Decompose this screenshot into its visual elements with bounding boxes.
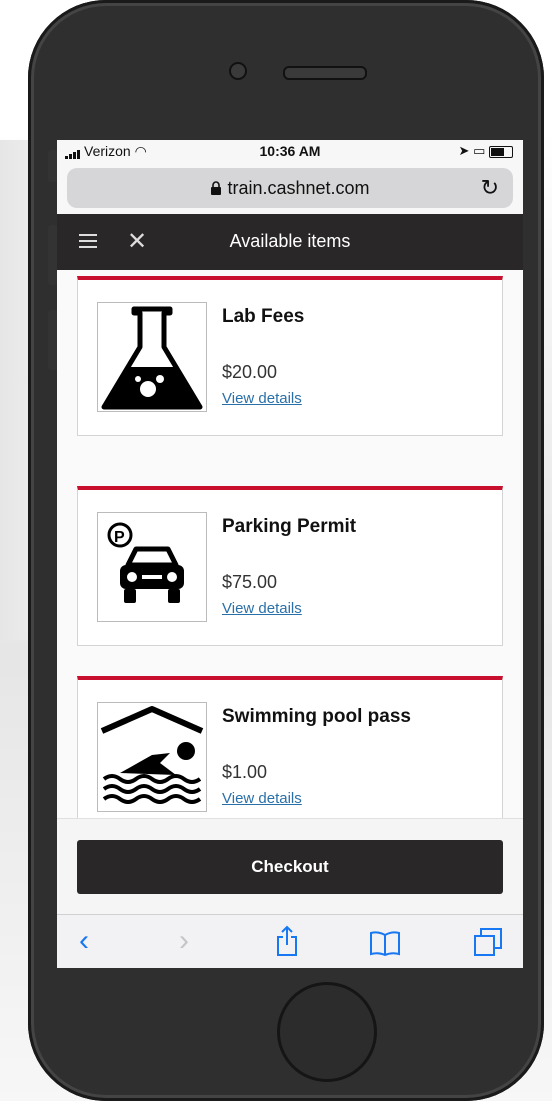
item-list: Lab Fees $20.00 View details P Parking P…	[57, 270, 523, 818]
phone-screen: Verizon ◠ 10:36 AM ➤ ▭ train.cashnet.com…	[57, 140, 523, 968]
item-card-lab-fees: Lab Fees $20.00 View details	[77, 276, 503, 436]
item-price: $20.00	[222, 362, 278, 382]
swimmer-icon	[97, 702, 207, 812]
item-name: Swimming pool pass	[222, 706, 411, 727]
location-icon: ➤	[458, 143, 470, 158]
reload-icon[interactable]: ↻	[481, 175, 499, 201]
bookmarks-icon[interactable]	[369, 929, 401, 965]
svg-text:P: P	[114, 529, 125, 546]
front-camera	[229, 62, 247, 80]
item-card-swimming-pool-pass: Swimming pool pass $1.00 View details	[77, 676, 503, 818]
view-details-link[interactable]: View details	[222, 390, 302, 407]
page-title: Available items	[229, 231, 351, 251]
item-card-parking-permit: P Parking Permit $75.00 View details	[77, 486, 503, 646]
airplay-icon: ▭	[473, 143, 486, 158]
checkout-footer: Checkout	[57, 818, 523, 915]
tabs-icon[interactable]	[473, 927, 503, 966]
status-right-group: ➤ ▭	[459, 143, 513, 159]
safari-toolbar: ‹ ›	[57, 914, 523, 968]
back-arrow-icon[interactable]: ‹	[79, 923, 89, 959]
home-button[interactable]	[277, 982, 377, 1082]
browser-header: train.cashnet.com ↻	[57, 164, 523, 214]
flask-icon	[97, 302, 207, 412]
view-details-link[interactable]: View details	[222, 790, 302, 807]
address-bar[interactable]: train.cashnet.com ↻	[67, 168, 513, 208]
item-price: $75.00	[222, 572, 278, 592]
url-text: train.cashnet.com	[227, 178, 370, 198]
share-icon[interactable]	[275, 925, 299, 966]
lock-icon	[210, 178, 227, 198]
parking-car-icon: P	[97, 512, 207, 622]
app-header: ✕ Available items	[57, 214, 523, 270]
item-name: Parking Permit	[222, 516, 357, 537]
item-name: Lab Fees	[222, 306, 305, 327]
view-details-link[interactable]: View details	[222, 600, 302, 617]
url-display: train.cashnet.com	[67, 178, 513, 199]
item-price: $1.00	[222, 762, 268, 782]
status-bar: Verizon ◠ 10:36 AM ➤ ▭	[57, 140, 523, 164]
battery-icon	[489, 145, 513, 158]
earpiece-speaker	[283, 66, 367, 80]
checkout-button[interactable]: Checkout	[77, 840, 503, 894]
forward-arrow-icon[interactable]: ›	[179, 923, 189, 959]
clock: 10:36 AM	[259, 143, 321, 159]
